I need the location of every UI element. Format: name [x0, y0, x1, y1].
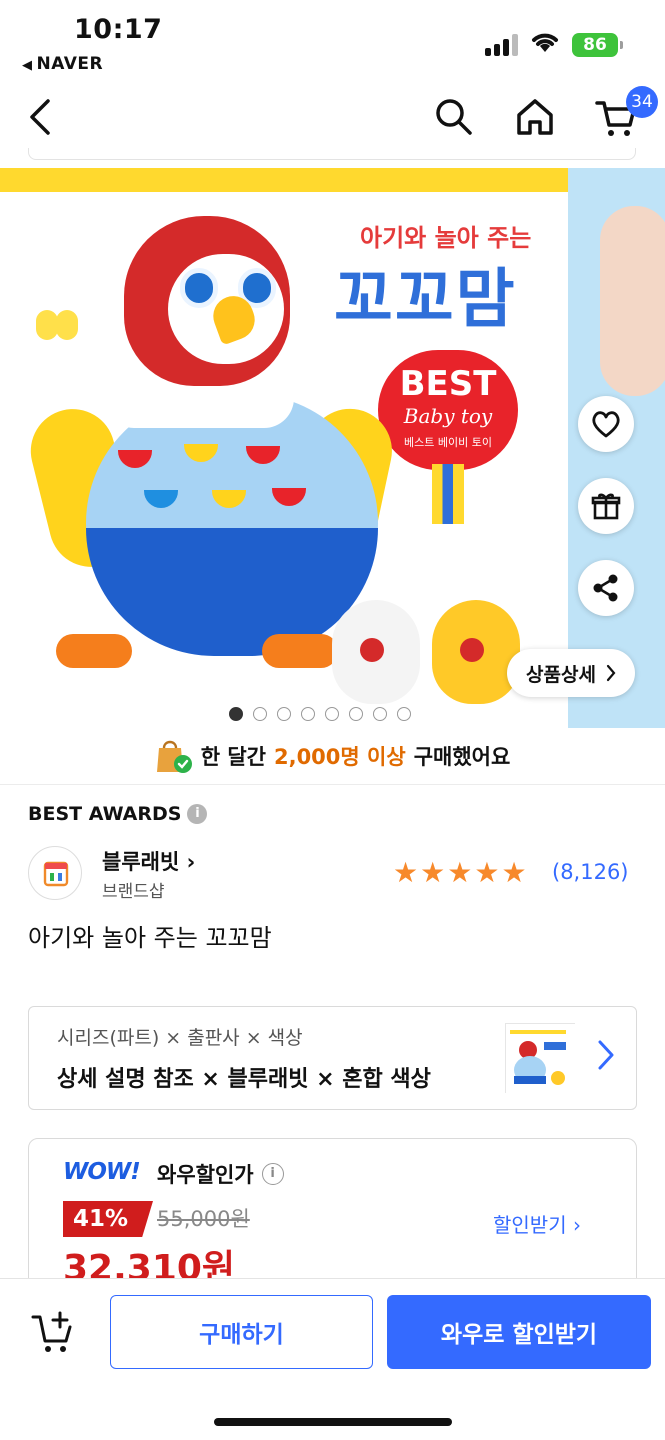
brand-store-icon [43, 861, 69, 887]
carousel-dot[interactable] [373, 707, 387, 721]
monthly-purchase-note: 한 달간 2,000명 이상 구매했어요 [0, 738, 665, 774]
option-header: 시리즈(파트) × 출판사 × 색상 [57, 1027, 303, 1049]
section-divider [0, 784, 665, 785]
carousel-dot[interactable] [349, 707, 363, 721]
header-bottom-edge [28, 148, 636, 160]
original-price: 55,000원 [157, 1207, 250, 1231]
badge-line1: BEST [399, 364, 497, 404]
back-app-label: NAVER [36, 54, 104, 74]
product-detail-button[interactable]: 상품상세 [507, 649, 635, 697]
wow-discount-buy-button[interactable]: 와우로 할인받기 [387, 1295, 651, 1369]
info-icon: i [261, 1163, 284, 1185]
carousel-dot[interactable] [397, 707, 411, 721]
status-time: 10:17 [74, 14, 163, 45]
get-discount-link[interactable]: 할인받기 › [493, 1209, 581, 1238]
buy-button[interactable]: 구매하기 [110, 1295, 373, 1369]
carousel-dot[interactable] [253, 707, 267, 721]
gift-icon [591, 493, 621, 520]
product-detail-label: 상품상세 [526, 663, 596, 686]
chick-comb [460, 638, 484, 662]
purchase-note-suffix: 구매했어요 [413, 745, 511, 769]
wifi-icon [532, 33, 558, 52]
badge-ribbon [432, 464, 464, 524]
box-title-big: 꼬꼬맘 [334, 263, 517, 337]
star-icon: ★ [420, 856, 446, 889]
option-selector[interactable]: 시리즈(파트) × 출판사 × 색상 상세 설명 참조 × 블루래빗 × 혼합 … [28, 1006, 637, 1110]
cellular-signal-icon [485, 34, 519, 56]
share-icon [593, 574, 618, 602]
badge-line2: Baby toy [403, 404, 493, 428]
rating-stars[interactable]: ★ ★ ★ ★ ★ [393, 858, 527, 888]
star-icon: ★ [501, 856, 527, 889]
back-arrow-icon[interactable] [26, 95, 54, 139]
product-title: 아기와 놀아 주는 꼬꼬맘 [28, 924, 272, 952]
add-to-cart-icon[interactable] [30, 1309, 78, 1355]
brand-name-link[interactable]: 블루래빗 › [102, 846, 195, 876]
brand-shop-label: 브랜드샵 [102, 882, 165, 902]
carousel-dot[interactable] [325, 707, 339, 721]
home-indicator [214, 1418, 452, 1426]
chevron-right-icon [606, 664, 616, 682]
battery-icon: 86 [572, 33, 623, 57]
white-chick [332, 600, 420, 704]
wishlist-button[interactable] [578, 396, 634, 452]
wow-logo: WOW! [63, 1159, 141, 1185]
star-icon: ★ [474, 856, 500, 889]
shopping-bag-check-icon [156, 740, 192, 773]
product-thumbnail-image [506, 1024, 576, 1094]
home-icon[interactable] [514, 95, 556, 139]
top-nav [0, 85, 665, 155]
chevron-right-icon: › [566, 1213, 581, 1237]
carousel-indicator [229, 707, 411, 721]
chevron-right-icon: › [179, 850, 196, 874]
star-icon: ★ [447, 856, 473, 889]
product-image-carousel[interactable]: 아기와 놀아 주는 꼬꼬맘 BEST Baby toy 베스트 베이비 토이 [0, 168, 665, 728]
brand-logo[interactable] [28, 846, 82, 900]
chevron-right-icon [598, 1040, 614, 1070]
back-triangle-icon: ◀ [22, 58, 33, 73]
hen-eye [180, 268, 218, 308]
gift-button[interactable] [578, 478, 634, 534]
badge-line3: 베스트 베이비 토이 [404, 436, 492, 449]
yellow-chick [432, 600, 520, 704]
get-discount-label: 할인받기 [493, 1213, 567, 1237]
hen-foot [56, 634, 132, 668]
cart-count-badge: 34 [626, 86, 658, 118]
baby-photo [600, 206, 665, 396]
option-thumbnail [505, 1023, 576, 1094]
purchase-note-highlight: 2,000명 이상 [273, 745, 406, 769]
best-awards-label[interactable]: BEST AWARDS i [28, 803, 208, 825]
option-value: 상세 설명 참조 × 블루래빗 × 혼합 색상 [57, 1067, 431, 1092]
star-icon: ★ [393, 856, 419, 889]
info-icon: i [187, 804, 208, 824]
carousel-dot[interactable] [229, 707, 243, 721]
brand-name: 블루래빗 [102, 850, 180, 874]
wow-price-label-text: 와우할인가 [157, 1163, 254, 1187]
wow-price-label[interactable]: 와우할인가 i [157, 1159, 284, 1189]
bottom-action-bar: 구매하기 와우로 할인받기 [0, 1278, 665, 1440]
heart-icon [592, 411, 620, 438]
review-count-link[interactable]: (8,126) [552, 860, 629, 884]
box-top-edge [0, 168, 600, 192]
best-awards-text: BEST AWARDS [28, 803, 182, 825]
butterfly-illustration [36, 306, 80, 344]
purchase-note-prefix: 한 달간 [200, 745, 266, 769]
chick-comb [360, 638, 384, 662]
status-bar: 10:17 ◀ NAVER 86 [0, 0, 665, 80]
share-button[interactable] [578, 560, 634, 616]
back-to-app-link[interactable]: ◀ NAVER [22, 54, 103, 74]
discount-rate-badge: 41% [63, 1201, 153, 1237]
carousel-dot[interactable] [301, 707, 315, 721]
price-card: WOW! 와우할인가 i 41% 55,000원 32,310원 할인받기 › [28, 1138, 637, 1298]
best-baby-toy-badge: BEST Baby toy 베스트 베이비 토이 [378, 350, 518, 470]
carousel-dot[interactable] [277, 707, 291, 721]
hen-foot [262, 634, 338, 668]
search-icon[interactable] [434, 95, 474, 139]
